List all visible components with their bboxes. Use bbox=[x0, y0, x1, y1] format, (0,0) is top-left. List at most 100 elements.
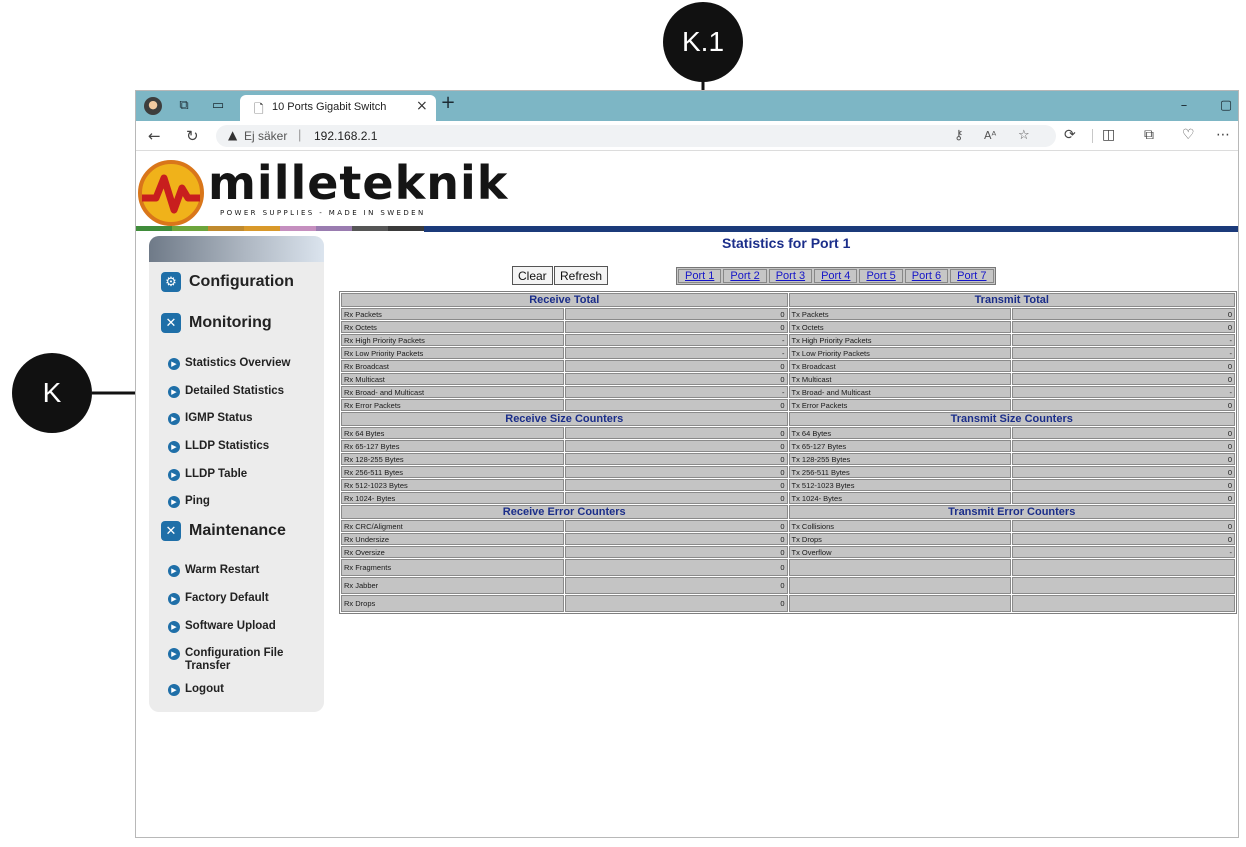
tab-actions-icon[interactable]: ▭ bbox=[210, 98, 226, 114]
reload-icon[interactable]: ↻ bbox=[186, 127, 199, 145]
nav-software-upload[interactable]: ▶ Software Upload bbox=[168, 620, 276, 633]
nav-label: LLDP Statistics bbox=[185, 440, 270, 452]
plus-icon[interactable]: + bbox=[440, 94, 456, 112]
nav-warm-restart[interactable]: ▶ Warm Restart bbox=[168, 564, 259, 577]
port-link-2[interactable]: Port 2 bbox=[723, 269, 767, 283]
section-maintenance[interactable]: ✕ Maintenance bbox=[161, 521, 286, 541]
port-link-6[interactable]: Port 6 bbox=[904, 269, 949, 283]
table-section-row: Receive Size Counters Transmit Size Count… bbox=[341, 412, 1235, 426]
table-row: Rx 256-511 Bytes 0 Tx 256-511 Bytes 0 bbox=[341, 466, 1235, 478]
address-bar: ← ↻ ▲ Ej säker | 192.168.2.1 ⚷ Aᴬ ☆ ⟳ ◫ … bbox=[136, 121, 1238, 151]
statistics-table: Receive Total Transmit Total Rx Packets 0… bbox=[339, 291, 1237, 614]
more-icon[interactable]: ⋯ bbox=[1216, 127, 1230, 143]
stat-value: - bbox=[564, 386, 788, 398]
configuration-icon: ⚙ bbox=[161, 272, 181, 292]
collections-icon[interactable]: ⧉ bbox=[1144, 127, 1154, 143]
nav-configuration-file-transfer[interactable]: ▶ Configuration File Transfer bbox=[168, 647, 295, 673]
nav-statistics-overview[interactable]: ▶ Statistics Overview bbox=[168, 357, 290, 370]
nav-lldp-table[interactable]: ▶ LLDP Table bbox=[168, 468, 247, 481]
table-row: Rx Undersize 0 Tx Drops 0 bbox=[341, 533, 1235, 545]
stat-value: 0 bbox=[1012, 492, 1235, 504]
port-link-4[interactable]: Port 4 bbox=[814, 269, 858, 283]
section-configuration[interactable]: ⚙ Configuration bbox=[161, 272, 294, 292]
nav-lldp-statistics[interactable]: ▶ LLDP Statistics bbox=[168, 440, 269, 453]
performance-icon[interactable]: ♡ bbox=[1182, 127, 1195, 143]
stat-value: - bbox=[1012, 347, 1235, 359]
security-label[interactable]: Ej säker bbox=[244, 129, 287, 143]
stat-label: Tx Low Priority Packets bbox=[788, 347, 1012, 359]
stripe-segment bbox=[136, 226, 172, 231]
table-section-row: Receive Error Counters Transmit Error Cou… bbox=[341, 505, 1235, 519]
stat-label: Tx Collisions bbox=[788, 520, 1012, 532]
collections-icon[interactable]: ⧉ bbox=[176, 98, 192, 114]
port-link-7[interactable]: Port 7 bbox=[950, 269, 994, 283]
stat-label: Tx 512-1023 Bytes bbox=[788, 479, 1012, 491]
close-icon[interactable]: × bbox=[416, 98, 428, 114]
table-row: Rx 512-1023 Bytes 0 Tx 512-1023 Bytes 0 bbox=[341, 479, 1235, 491]
stripe-segment bbox=[316, 226, 352, 231]
profile-avatar-icon[interactable]: ● bbox=[144, 97, 162, 115]
stat-label: Tx 1024- Bytes bbox=[788, 492, 1012, 504]
chevron-right-icon: ▶ bbox=[168, 413, 180, 425]
stat-label: Rx Broad- and Multicast bbox=[341, 386, 564, 398]
tools-icon: ✕ bbox=[161, 313, 181, 333]
section-label: Configuration bbox=[189, 273, 294, 290]
stat-label bbox=[788, 559, 1012, 576]
nav-detailed-statistics[interactable]: ▶ Detailed Statistics bbox=[168, 385, 284, 398]
stat-label: Rx Fragments bbox=[341, 559, 564, 576]
stat-label: Rx Drops bbox=[341, 595, 564, 612]
stat-value: 0 bbox=[1012, 321, 1235, 333]
minimize-icon[interactable]: – bbox=[1176, 98, 1192, 114]
stat-value: 0 bbox=[564, 373, 788, 385]
stat-label: Tx High Priority Packets bbox=[788, 334, 1012, 346]
nav-factory-default[interactable]: ▶ Factory Default bbox=[168, 592, 269, 605]
back-arrow-icon[interactable]: ← bbox=[148, 127, 161, 145]
clear-button[interactable]: Clear bbox=[512, 266, 553, 285]
nav-ping[interactable]: ▶ Ping bbox=[168, 495, 210, 508]
stat-value: 0 bbox=[564, 440, 788, 452]
stat-label: Tx Broad- and Multicast bbox=[788, 386, 1012, 398]
extensions-icon[interactable]: ⟳ bbox=[1064, 127, 1076, 143]
refresh-button[interactable]: Refresh bbox=[554, 266, 609, 285]
table-row: Rx Packets 0 Tx Packets 0 bbox=[341, 308, 1235, 320]
toolbar-divider bbox=[1092, 129, 1093, 143]
port-link-5[interactable]: Port 5 bbox=[859, 269, 903, 283]
stat-value: - bbox=[564, 347, 788, 359]
chevron-right-icon: ▶ bbox=[168, 648, 180, 660]
stat-label: Rx Oversize bbox=[341, 546, 564, 558]
star-icon[interactable]: ☆ bbox=[1018, 128, 1030, 143]
url-field[interactable]: ▲ Ej säker | 192.168.2.1 ⚷ Aᴬ ☆ bbox=[216, 125, 1056, 147]
stat-label: Rx Multicast bbox=[341, 373, 564, 385]
maximize-icon[interactable]: ▢ bbox=[1218, 98, 1234, 114]
tab-active[interactable]: 🗋 10 Ports Gigabit Switch × bbox=[240, 95, 436, 121]
table-row: Rx Broad- and Multicast - Tx Broad- and Mu… bbox=[341, 386, 1235, 398]
key-icon[interactable]: ⚷ bbox=[954, 128, 964, 143]
warning-icon[interactable]: ▲ bbox=[228, 128, 237, 142]
stat-value: 0 bbox=[564, 427, 788, 439]
stat-value: 0 bbox=[564, 559, 788, 576]
url-text[interactable]: 192.168.2.1 bbox=[314, 129, 377, 143]
logo-wordmark: milleteknik bbox=[208, 156, 509, 210]
stat-label: Tx Packets bbox=[788, 308, 1012, 320]
section-monitoring[interactable]: ✕ Monitoring bbox=[161, 313, 272, 333]
logo: milleteknik POWER SUPPLIES - MADE IN SWE… bbox=[138, 156, 507, 228]
stat-value: 0 bbox=[564, 453, 788, 465]
stat-label: Rx 64 Bytes bbox=[341, 427, 564, 439]
stat-value: 0 bbox=[1012, 308, 1235, 320]
nav-igmp-status[interactable]: ▶ IGMP Status bbox=[168, 412, 253, 425]
logo-tagline: POWER SUPPLIES - MADE IN SWEDEN bbox=[220, 209, 426, 217]
split-screen-icon[interactable]: ◫ bbox=[1102, 127, 1115, 143]
stat-label: Rx Error Packets bbox=[341, 399, 564, 411]
table-row: Rx Multicast 0 Tx Multicast 0 bbox=[341, 373, 1235, 385]
table-row: Rx Octets 0 Tx Octets 0 bbox=[341, 321, 1235, 333]
port-link-3[interactable]: Port 3 bbox=[768, 269, 813, 283]
stripe-segment bbox=[352, 226, 388, 231]
nav-logout[interactable]: ▶ Logout bbox=[168, 683, 224, 696]
stat-value: 0 bbox=[564, 577, 788, 594]
read-aloud-icon[interactable]: Aᴬ bbox=[984, 129, 996, 142]
stat-value: 0 bbox=[1012, 427, 1235, 439]
port-link-1[interactable]: Port 1 bbox=[678, 269, 722, 283]
nav-label: Warm Restart bbox=[185, 564, 260, 576]
stat-value: 0 bbox=[1012, 466, 1235, 478]
stat-label: Tx Broadcast bbox=[788, 360, 1012, 372]
